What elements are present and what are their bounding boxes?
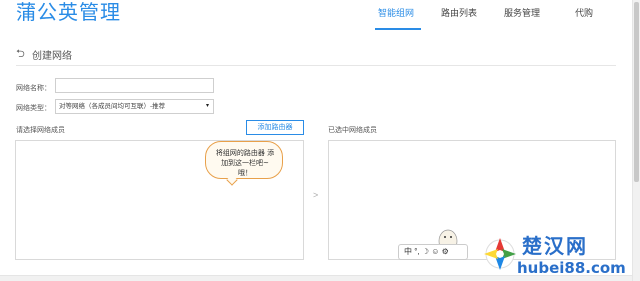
network-type-label: 网络类型： (16, 105, 51, 112)
chevron-down-icon: ▾ (205, 103, 209, 109)
watermark-site-name: 楚汉网 (522, 234, 588, 258)
transfer-arrow-icon[interactable]: > (313, 190, 318, 200)
hint-bubble-text: 将组网的路由器 添加到这一栏吧~ 哦！ (215, 149, 275, 177)
nav-purchase[interactable]: 代购 (575, 6, 593, 19)
network-name-label: 网络名称： (16, 85, 51, 92)
ime-toolbar[interactable]: 中 °, ☽ ☺ ⚙ (398, 244, 468, 260)
top-header: 蒲公英管理 智能组网 路由列表 服务管理 代购 (0, 0, 640, 30)
vertical-scrollbar[interactable] (632, 0, 640, 281)
network-type-value: 对等网络（各成员间均可互联）-推荐 (59, 103, 166, 110)
vertical-scroll-thumb[interactable] (634, 2, 639, 182)
add-router-button[interactable]: 添加路由器 (246, 120, 304, 135)
page-header: ⮌ 创建网络 (16, 44, 616, 66)
page-title: 创建网络 (32, 51, 72, 62)
nav-active-indicator (375, 28, 421, 30)
brand-logo[interactable]: 蒲公英管理 (16, 0, 121, 26)
back-arrow-icon[interactable]: ⮌ (16, 45, 25, 64)
nav-smart-network[interactable]: 智能组网 (378, 6, 414, 19)
network-name-input[interactable] (55, 78, 214, 93)
nav-service-management[interactable]: 服务管理 (504, 6, 540, 19)
select-members-label: 请选择网络成员 (16, 127, 65, 134)
nav-router-list[interactable]: 路由列表 (441, 6, 477, 19)
horizontal-scrollbar[interactable] (0, 275, 632, 281)
network-type-select[interactable]: 对等网络（各成员间均可互联）-推荐 ▾ (55, 99, 214, 114)
watermark-logo-icon (484, 238, 516, 270)
selected-members-label: 已选中网络成员 (328, 127, 377, 134)
